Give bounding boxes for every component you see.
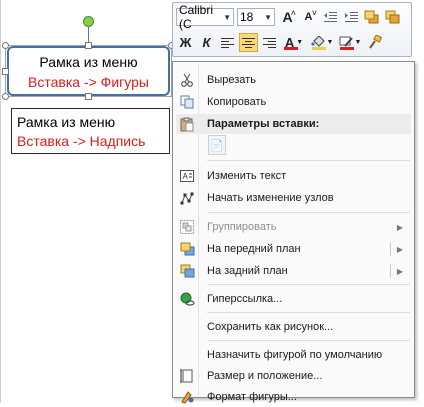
shrink-font-button[interactable]: A ˅ (299, 8, 318, 27)
font-name-combo[interactable]: Calibri (С ▼ (176, 3, 234, 31)
textbox-text-line1: Рамка из меню (17, 114, 116, 130)
menu-header-paste-options: Параметры вставки: (176, 114, 411, 134)
menu-item-copy[interactable]: Копировать (176, 92, 411, 112)
copy-icon (176, 92, 198, 112)
bring-to-front-icon (176, 239, 198, 259)
submenu-arrow-icon[interactable]: ▶ (397, 267, 403, 276)
menu-item-group: Группировать ▶ (176, 217, 411, 237)
chevron-down-icon: ▼ (223, 12, 231, 22)
edit-points-icon (176, 188, 198, 208)
menu-separator (207, 284, 410, 285)
outline-color-button[interactable]: ▼ (337, 33, 363, 52)
chevron-down-icon: ▼ (326, 38, 334, 46)
shape-frame-selected[interactable]: Рамка из меню Вставка -> Фигуры (7, 46, 170, 96)
send-backward-icon[interactable] (383, 8, 402, 27)
menu-separator (207, 212, 410, 213)
text-box-shape[interactable]: Рамка из меню Вставка -> Надпись (11, 108, 170, 154)
chevron-down-icon: ▼ (264, 12, 272, 22)
resize-handle-top-left[interactable] (2, 42, 9, 49)
align-center-button[interactable] (239, 32, 258, 52)
font-size-value: 18 (240, 10, 254, 24)
font-color-bar (284, 46, 298, 50)
shape-text-line2: Вставка -> Фигуры (28, 74, 149, 90)
menu-label-edit-text: Изменить текст (207, 170, 287, 182)
grow-font-button[interactable]: A ˄ (278, 8, 297, 27)
scissors-icon (176, 70, 198, 90)
bring-forward-icon[interactable] (362, 8, 381, 27)
menu-separator (207, 160, 410, 161)
align-left-button[interactable] (218, 33, 237, 52)
context-menu: Вырезать Копировать Параметры вставки: 📄… (172, 61, 415, 404)
menu-item-cut[interactable]: Вырезать (176, 70, 411, 90)
fill-color-button[interactable]: ▼ (309, 33, 335, 52)
mini-toolbar: Calibri (С ▼ 18 ▼ A ˄ A ˅ Ж К A ▼ ▼ ▼ (172, 2, 412, 57)
split-divider (390, 264, 391, 278)
page-edge (0, 0, 1, 403)
edit-text-icon: A (176, 166, 198, 186)
menu-separator (207, 340, 410, 341)
svg-text:A: A (183, 172, 189, 181)
font-color-button[interactable]: A ▼ (281, 33, 307, 52)
group-icon (176, 217, 198, 237)
resize-handle-bottom[interactable] (85, 93, 92, 100)
menu-separator (207, 312, 410, 313)
send-to-back-icon (176, 261, 198, 281)
menu-item-bring-to-front[interactable]: На передний план ▶ (176, 239, 411, 259)
menu-item-edit-text[interactable]: A Изменить текст (176, 166, 411, 186)
font-size-combo[interactable]: 18 ▼ (237, 8, 275, 26)
paste-option-icon[interactable]: 📄 (208, 135, 226, 155)
resize-handle-bottom-left[interactable] (2, 93, 9, 100)
menu-item-hyperlink[interactable]: Гиперссылка... (176, 289, 411, 309)
shape-text-line1: Рамка из меню (39, 54, 138, 70)
increase-indent-icon[interactable] (341, 8, 360, 27)
menu-item-save-as-picture[interactable]: Сохранить как рисунок... (176, 317, 411, 337)
submenu-arrow-icon[interactable]: ▶ (397, 245, 403, 254)
font-name-value: Calibri (С (179, 3, 214, 31)
chevron-down-icon: ▼ (296, 38, 304, 46)
menu-item-send-to-back[interactable]: На задний план ▶ (176, 261, 411, 281)
menu-item-edit-points[interactable]: Начать изменение узлов (176, 188, 411, 208)
format-painter-button[interactable] (365, 33, 384, 52)
textbox-text-line2: Вставка -> Надпись (17, 133, 146, 149)
outline-color-bar (340, 46, 354, 50)
clipboard-icon (176, 114, 198, 134)
menu-item-size-and-position[interactable]: Размер и положение... (176, 366, 411, 386)
bold-button[interactable]: Ж (176, 33, 195, 52)
italic-button[interactable]: К (197, 33, 216, 52)
resize-handle-top[interactable] (85, 42, 92, 49)
submenu-arrow-icon: ▶ (396, 222, 403, 232)
size-position-icon (176, 366, 198, 386)
decrease-indent-icon[interactable] (320, 8, 339, 27)
chevron-down-icon: ▼ (354, 38, 362, 46)
rotation-handle[interactable] (83, 16, 94, 27)
format-shape-icon (176, 387, 198, 407)
format-painter-icon (368, 35, 382, 49)
menu-item-set-default-shape[interactable]: Назначить фигурой по умолчанию (176, 345, 411, 365)
menu-item-format-shape[interactable]: Формат фигуры... (176, 387, 411, 407)
resize-handle-left[interactable] (2, 68, 9, 75)
align-right-button[interactable] (260, 33, 279, 52)
split-divider (390, 242, 391, 256)
fill-color-bar (312, 46, 326, 50)
hyperlink-globe-icon (176, 289, 198, 309)
